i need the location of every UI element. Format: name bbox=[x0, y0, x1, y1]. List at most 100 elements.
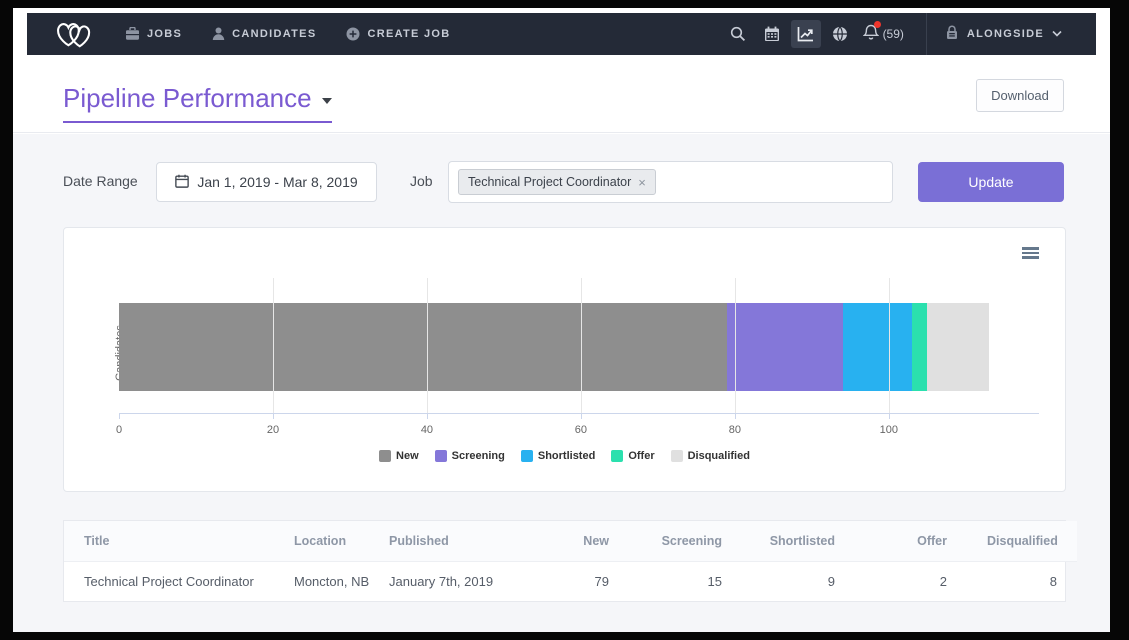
job-select-input[interactable]: Technical Project Coordinator × bbox=[448, 161, 893, 203]
chevron-down-icon bbox=[1052, 28, 1062, 40]
job-tag-label: Technical Project Coordinator bbox=[468, 175, 631, 189]
table-header: TitleLocationPublishedNewScreeningShortl… bbox=[64, 521, 1077, 561]
nav-item-jobs[interactable]: JOBS bbox=[125, 27, 182, 41]
calendar-icon bbox=[175, 174, 189, 191]
bar-segment-new[interactable] bbox=[119, 303, 727, 391]
chart-legend: New Screening Shortlisted Offer Disqualified bbox=[64, 450, 1065, 462]
job-label: Job bbox=[410, 173, 433, 189]
tick-mark bbox=[119, 414, 120, 419]
cell-new: 79 bbox=[524, 561, 629, 601]
legend-item-shortlisted[interactable]: Shortlisted bbox=[521, 450, 595, 462]
tick-label: 100 bbox=[880, 424, 898, 436]
gridline bbox=[735, 278, 736, 413]
legend-item-new[interactable]: New bbox=[379, 450, 419, 462]
tick-label: 40 bbox=[421, 424, 433, 436]
cell-offer: 2 bbox=[855, 561, 967, 601]
nav-item-label: CANDIDATES bbox=[232, 28, 316, 40]
date-range-input[interactable]: Jan 1, 2019 - Mar 8, 2019 bbox=[156, 162, 377, 202]
nav-item-create-job[interactable]: CREATE JOB bbox=[346, 27, 450, 41]
hamburger-menu-icon[interactable] bbox=[1022, 247, 1039, 259]
cell-screening: 15 bbox=[629, 561, 742, 601]
column-header-shortlisted[interactable]: Shortlisted bbox=[742, 521, 855, 561]
date-range-label: Date Range bbox=[63, 173, 138, 189]
cell-disqualified: 8 bbox=[967, 561, 1077, 601]
tick-mark bbox=[735, 414, 736, 419]
nav-item-candidates[interactable]: CANDIDATES bbox=[212, 27, 316, 41]
legend-swatch bbox=[521, 450, 533, 462]
caret-down-icon bbox=[322, 98, 332, 104]
tick-label: 0 bbox=[116, 424, 122, 436]
table-body: Technical Project CoordinatorMoncton, NB… bbox=[64, 561, 1077, 601]
account-label: ALONGSIDE bbox=[967, 28, 1044, 40]
results-table: TitleLocationPublishedNewScreeningShortl… bbox=[64, 521, 1077, 601]
filter-row: Date Range Jan 1, 2019 - Mar 8, 2019 Job… bbox=[13, 162, 1110, 202]
account-lock-icon bbox=[945, 25, 959, 43]
nav-item-label: CREATE JOB bbox=[367, 28, 450, 40]
alongside-hearts-logo[interactable] bbox=[53, 18, 97, 50]
column-header-new[interactable]: New bbox=[524, 521, 629, 561]
tick-label: 20 bbox=[267, 424, 279, 436]
legend-item-offer[interactable]: Offer bbox=[611, 450, 654, 462]
column-header-location[interactable]: Location bbox=[274, 521, 369, 561]
close-icon[interactable]: × bbox=[638, 176, 646, 189]
column-header-disqualified[interactable]: Disqualified bbox=[967, 521, 1077, 561]
legend-label: Disqualified bbox=[688, 450, 750, 462]
column-header-offer[interactable]: Offer bbox=[855, 521, 967, 561]
legend-label: New bbox=[396, 450, 419, 462]
tick-mark bbox=[889, 414, 890, 419]
legend-label: Offer bbox=[628, 450, 654, 462]
calendar-icon[interactable] bbox=[757, 20, 787, 48]
account-menu[interactable]: ALONGSIDE bbox=[945, 25, 1096, 43]
stacked-bar bbox=[119, 303, 989, 391]
page-header: Pipeline Performance Download bbox=[13, 55, 1110, 133]
device-frame: JOBS CANDIDATES CREATE JOB bbox=[0, 0, 1129, 640]
notification-count: (59) bbox=[883, 27, 904, 41]
legend-item-screening[interactable]: Screening bbox=[435, 450, 505, 462]
download-button[interactable]: Download bbox=[976, 79, 1064, 112]
tick-mark bbox=[273, 414, 274, 419]
nav-item-label: JOBS bbox=[147, 28, 182, 40]
chart-icon[interactable] bbox=[791, 20, 821, 48]
date-range-value: Jan 1, 2019 - Mar 8, 2019 bbox=[197, 174, 357, 190]
gridline bbox=[273, 278, 274, 413]
legend-swatch bbox=[379, 450, 391, 462]
column-header-published[interactable]: Published bbox=[369, 521, 524, 561]
bar-segment-disqualified[interactable] bbox=[927, 303, 989, 391]
legend-swatch bbox=[671, 450, 683, 462]
bar-segment-offer[interactable] bbox=[912, 303, 927, 391]
results-table-card: TitleLocationPublishedNewScreeningShortl… bbox=[63, 520, 1066, 602]
column-header-screening[interactable]: Screening bbox=[629, 521, 742, 561]
update-button[interactable]: Update bbox=[918, 162, 1064, 202]
tick-mark bbox=[427, 414, 428, 419]
bar-segment-screening[interactable] bbox=[727, 303, 842, 391]
plus-circle-icon bbox=[346, 27, 360, 41]
column-header-title[interactable]: Title bbox=[64, 521, 274, 561]
legend-label: Screening bbox=[452, 450, 505, 462]
briefcase-icon bbox=[125, 27, 140, 41]
navbar-left: JOBS CANDIDATES CREATE JOB bbox=[27, 18, 481, 50]
person-icon bbox=[212, 27, 225, 41]
notification-dot bbox=[874, 21, 881, 28]
plot-area bbox=[119, 278, 1039, 413]
legend-swatch bbox=[611, 450, 623, 462]
search-icon[interactable] bbox=[723, 20, 753, 48]
chart-card: Candidates 020406080100 NewScreeningShor… bbox=[63, 227, 1066, 492]
cell-shortlisted: 9 bbox=[742, 561, 855, 601]
tick-label: 60 bbox=[575, 424, 587, 436]
cell-published: January 7th, 2019 bbox=[369, 561, 524, 601]
legend-item-disqualified[interactable]: Disqualified bbox=[671, 450, 750, 462]
legend-swatch bbox=[435, 450, 447, 462]
main-content: Date Range Jan 1, 2019 - Mar 8, 2019 Job… bbox=[13, 134, 1110, 632]
table-row[interactable]: Technical Project CoordinatorMoncton, NB… bbox=[64, 561, 1077, 601]
page-title: Pipeline Performance bbox=[63, 83, 312, 114]
cell-location: Moncton, NB bbox=[274, 561, 369, 601]
navbar-right: (59) ALONGSIDE bbox=[723, 13, 1096, 55]
globe-icon[interactable] bbox=[825, 20, 855, 48]
notifications-button[interactable]: (59) bbox=[863, 24, 904, 44]
app-page: JOBS CANDIDATES CREATE JOB bbox=[13, 8, 1110, 632]
legend-label: Shortlisted bbox=[538, 450, 595, 462]
x-axis-line bbox=[119, 413, 1039, 414]
report-selector[interactable]: Pipeline Performance bbox=[63, 83, 332, 123]
bar-segment-shortlisted[interactable] bbox=[843, 303, 912, 391]
navbar-divider bbox=[926, 13, 927, 55]
